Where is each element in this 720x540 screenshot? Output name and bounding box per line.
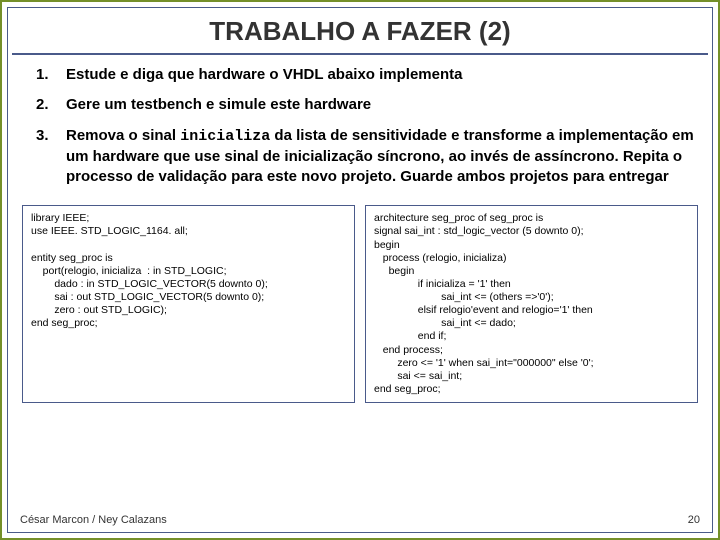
footer-authors: César Marcon / Ney Calazans <box>20 514 167 526</box>
list-item: 2. Gere um testbench e simule este hardw… <box>36 95 694 115</box>
item-text: Estude e diga que hardware o VHDL abaixo… <box>58 65 694 85</box>
item-number: 1. <box>36 65 58 85</box>
slide-footer: César Marcon / Ney Calazans 20 <box>20 514 700 526</box>
item-text: Remova o sinal inicializa da lista de se… <box>58 126 694 188</box>
slide-inner: TRABALHO A FAZER (2) 1. Estude e diga qu… <box>7 7 713 533</box>
task-list: 1. Estude e diga que hardware o VHDL aba… <box>8 55 712 201</box>
item-number: 3. <box>36 126 58 188</box>
list-item: 1. Estude e diga que hardware o VHDL aba… <box>36 65 694 85</box>
item-text-part: Remova o sinal <box>66 127 180 144</box>
code-box-left: library IEEE; use IEEE. STD_LOGIC_1164. … <box>22 205 355 403</box>
code-columns: library IEEE; use IEEE. STD_LOGIC_1164. … <box>8 201 712 403</box>
list-item: 3. Remova o sinal inicializa da lista de… <box>36 126 694 188</box>
code-box-right: architecture seg_proc of seg_proc is sig… <box>365 205 698 403</box>
slide-title: TRABALHO A FAZER (2) <box>8 8 712 53</box>
inline-code: inicializa <box>180 128 270 145</box>
item-number: 2. <box>36 95 58 115</box>
page-number: 20 <box>688 514 700 526</box>
item-text: Gere um testbench e simule este hardware <box>58 95 694 115</box>
slide: TRABALHO A FAZER (2) 1. Estude e diga qu… <box>0 0 720 540</box>
